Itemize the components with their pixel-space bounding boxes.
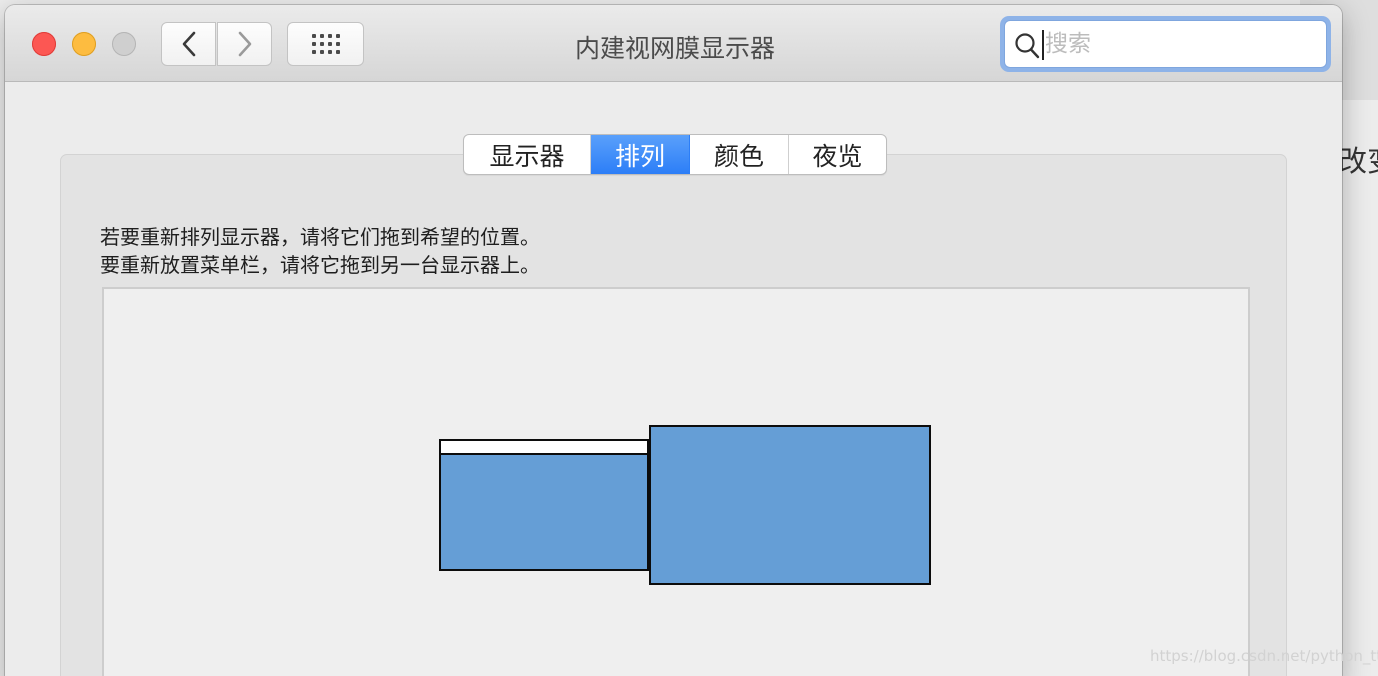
chevron-right-icon [238, 31, 251, 57]
search-icon [1015, 33, 1040, 59]
chevron-left-icon [182, 31, 195, 57]
close-button[interactable] [32, 32, 56, 56]
search-input[interactable] [1045, 21, 1315, 67]
tab-displays[interactable]: 显示器 [464, 135, 591, 174]
minimize-button[interactable] [72, 32, 96, 56]
tab-color[interactable]: 颜色 [690, 135, 789, 174]
grid-icon [311, 34, 340, 54]
watermark: https://blog.csdn.net/python_tty [1150, 647, 1378, 665]
menu-bar-handle[interactable] [441, 441, 647, 455]
back-button[interactable] [161, 22, 216, 66]
forward-button[interactable] [217, 22, 272, 66]
tab-arrangement[interactable]: 排列 [591, 135, 690, 174]
background-window-text: 改变 [1338, 144, 1378, 178]
instruction-line-1: 若要重新排列显示器，请将它们拖到希望的位置。 [100, 225, 540, 249]
tab-night-shift[interactable]: 夜览 [789, 135, 886, 174]
search-box[interactable] [1004, 20, 1327, 68]
display-builtin[interactable] [439, 439, 649, 571]
search-field[interactable] [1000, 16, 1331, 72]
zoom-button [112, 32, 136, 56]
window-title: 内建视网膜显示器 [574, 34, 775, 63]
show-all-button[interactable] [287, 22, 364, 66]
titlebar: 内建视网膜显示器 [5, 5, 1342, 82]
display-external[interactable] [649, 425, 931, 585]
text-caret [1042, 30, 1044, 60]
tab-bar: 显示器 排列 颜色 夜览 [463, 134, 887, 175]
instruction-line-2: 要重新放置菜单栏，请将它拖到另一台显示器上。 [100, 253, 540, 277]
